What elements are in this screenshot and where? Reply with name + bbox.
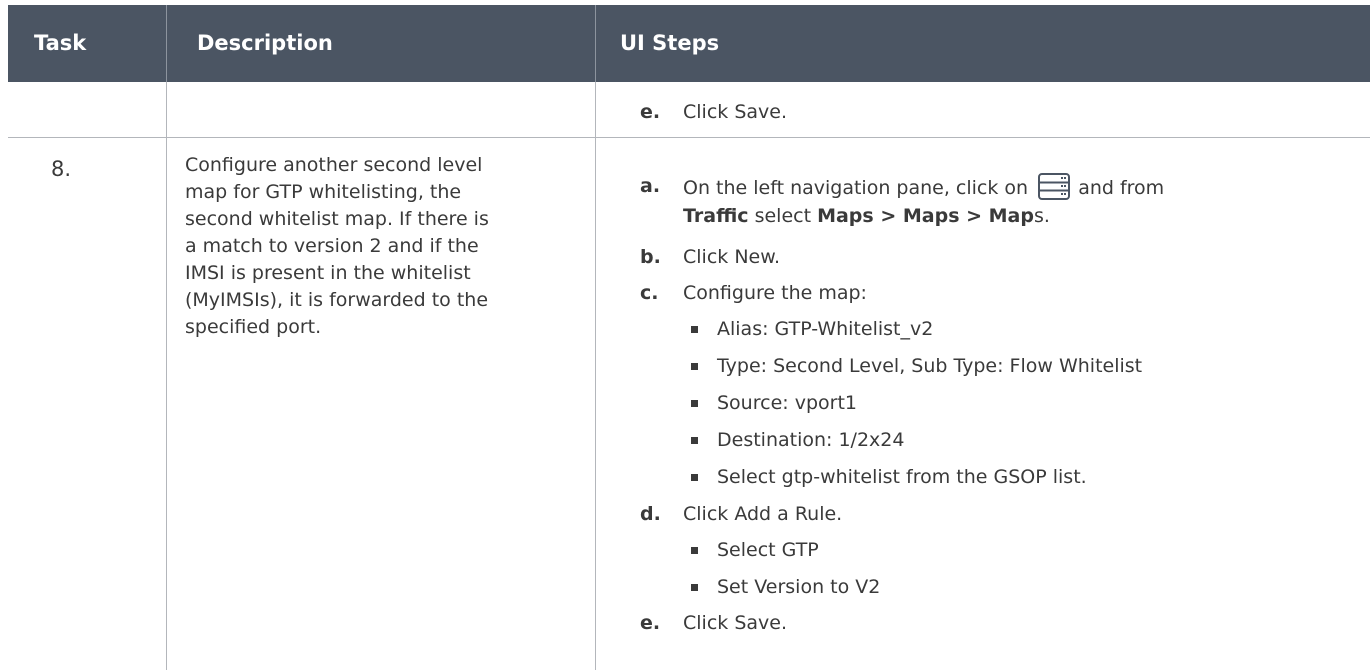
list-item-text: Destination: 1/2x24 <box>717 429 905 451</box>
step-text: Click Add a Rule. <box>683 503 843 525</box>
table-header: Task Description UI Steps <box>8 5 1370 82</box>
bullet-icon <box>691 584 698 591</box>
step-letter: b. <box>640 246 661 268</box>
description-line: specified port. <box>185 316 322 338</box>
step-text: Configure the map: <box>683 282 867 304</box>
step-letter: e. <box>640 101 661 123</box>
procedure-table: Task Description UI Steps e. Click Save.… <box>8 5 1370 670</box>
step-text: Click Save. <box>683 101 787 123</box>
list-item-text: Type: Second Level, Sub Type: Flow White… <box>717 355 1143 377</box>
bullet-icon <box>691 547 698 554</box>
description-line: map for GTP whitelisting, the <box>185 181 462 203</box>
list-item-text: Alias: GTP-Whitelist_v2 <box>717 318 934 340</box>
bullet-icon <box>691 474 698 481</box>
step-text: Click New. <box>683 246 781 268</box>
bullet-icon <box>691 326 698 333</box>
column-divider <box>166 82 167 670</box>
header-ui-steps: UI Steps <box>620 31 720 55</box>
description-line: a match to version 2 and if the <box>185 235 479 257</box>
step-letter: e. <box>640 612 661 634</box>
step-text-part: and from <box>1078 177 1165 199</box>
header-divider <box>595 5 596 82</box>
step-item: a. On the left navigation pane, click on… <box>640 173 1370 233</box>
step-text-part: On the left navigation pane, click on <box>683 177 1029 199</box>
bullet-icon <box>691 363 698 370</box>
column-divider <box>595 82 596 670</box>
step-text-part: s. <box>1033 205 1050 227</box>
ui-path: Maps > Maps > Map <box>817 205 1034 227</box>
task-number: 8. <box>51 157 72 181</box>
bullet-icon <box>691 437 698 444</box>
list-item-text: Select GTP <box>717 539 819 561</box>
list-item-text: Source: vport1 <box>717 392 857 414</box>
list-item-text: Set Version to V2 <box>717 576 881 598</box>
description-line: IMSI is present in the whitelist <box>185 262 471 284</box>
step-text-part: select <box>748 205 818 227</box>
step-letter: d. <box>640 503 661 525</box>
header-divider <box>166 5 167 82</box>
description-line: Configure another second level <box>185 154 483 176</box>
step-text: Click Save. <box>683 612 787 634</box>
bullet-icon <box>691 400 698 407</box>
description-line: second whitelist map. If there is <box>185 208 489 230</box>
header-description: Description <box>197 31 333 55</box>
list-item-text: Select gtp-whitelist from the GSOP list. <box>717 466 1087 488</box>
navigation-menu-icon <box>1038 173 1071 200</box>
step-text-line2: Traffic select Maps > Maps > Maps. <box>683 203 1050 230</box>
row-divider <box>8 137 1370 138</box>
ui-term: Traffic <box>683 205 749 227</box>
description-line: (MyIMSIs), it is forwarded to the <box>185 289 489 311</box>
step-text: On the left navigation pane, click on an… <box>683 173 1164 202</box>
task-description: Configure another second level map for G… <box>185 152 489 341</box>
header-task: Task <box>34 31 87 55</box>
step-letter: c. <box>640 282 659 304</box>
step-letter: a. <box>640 175 661 197</box>
